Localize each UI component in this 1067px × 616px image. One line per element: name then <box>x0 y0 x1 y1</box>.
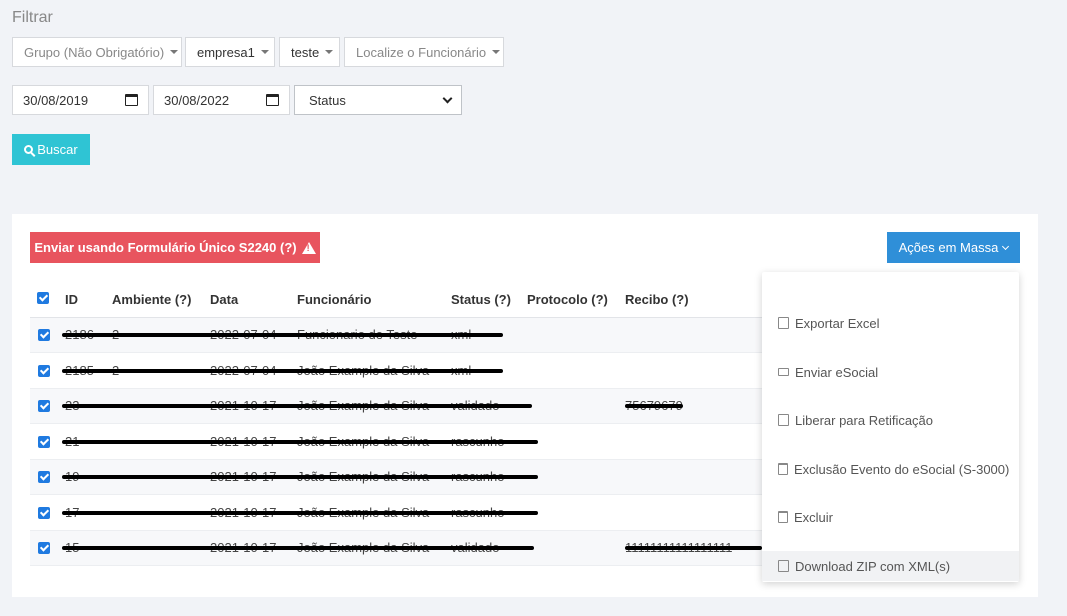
col-data[interactable]: Data <box>210 292 238 307</box>
row-checkbox[interactable] <box>38 364 50 377</box>
date-to-input[interactable]: 30/08/2022 <box>153 85 290 115</box>
menu-item-exclusion-s3000[interactable]: Exclusão Evento do eSocial (S-3000) <box>762 454 1019 484</box>
table-row[interactable]: 232021-10-17João Example da Silvavalidad… <box>30 389 762 424</box>
menu-item-release-rectification[interactable]: Liberar para Retificação <box>762 405 1019 435</box>
col-protocolo[interactable]: Protocolo (?) <box>527 292 608 307</box>
col-status[interactable]: Status (?) <box>451 292 511 307</box>
employee-dropdown[interactable]: Localize o Funcionário <box>344 37 504 67</box>
redaction-mark <box>62 439 538 444</box>
redaction-mark <box>62 404 532 408</box>
file-zip-icon <box>778 560 789 572</box>
search-icon <box>24 145 34 154</box>
redaction-mark <box>62 510 538 515</box>
file-excel-icon <box>778 317 789 329</box>
group-dropdown[interactable]: Grupo (Não Obrigatório) <box>12 37 182 67</box>
row-checkbox[interactable] <box>38 400 50 412</box>
trash-icon <box>778 463 788 475</box>
calendar-icon[interactable] <box>266 94 279 106</box>
caret-down-icon <box>325 50 334 54</box>
warning-icon <box>301 241 316 254</box>
col-id[interactable]: ID <box>65 292 78 307</box>
send-form-button[interactable]: Enviar usando Formulário Único S2240 (?) <box>30 232 320 263</box>
redaction-mark <box>62 475 538 479</box>
date-from-input[interactable]: 30/08/2019 <box>12 85 149 115</box>
table-row[interactable]: 218622022-07-04Funcionario de Testexml <box>30 318 762 353</box>
status-select[interactable]: Status <box>294 85 462 115</box>
bulk-actions-button[interactable]: Ações em Massa <box>887 232 1020 263</box>
row-checkbox[interactable] <box>38 329 50 341</box>
menu-item-send-esocial[interactable]: Enviar eSocial <box>762 357 1019 387</box>
row-checkbox[interactable] <box>38 542 50 554</box>
menu-item-export-excel[interactable]: Exportar Excel <box>762 308 1019 338</box>
menu-item-delete[interactable]: Excluir <box>762 502 1019 532</box>
chevron-down-icon <box>442 93 453 103</box>
caret-down-icon <box>170 50 179 54</box>
redaction-mark <box>62 546 534 550</box>
table-row[interactable]: 152021-10-17João Example da Silvavalidad… <box>30 531 762 566</box>
row-checkbox[interactable] <box>38 435 50 448</box>
table-row[interactable]: 192021-10-17João Example da Silvarascunh… <box>30 460 762 495</box>
table-row[interactable]: 218522022-07-04João Example da Silvaxml <box>30 354 762 389</box>
row-checkbox[interactable] <box>38 506 50 519</box>
menu-item-download-zip[interactable]: Download ZIP com XML(s) <box>762 551 1019 581</box>
server-icon <box>778 368 789 376</box>
filter-title: Filtrar <box>12 9 53 26</box>
redaction-mark <box>625 546 762 550</box>
col-recibo[interactable]: Recibo (?) <box>625 292 689 307</box>
chevron-down-icon <box>1002 242 1010 250</box>
row-checkbox[interactable] <box>38 471 50 483</box>
redaction-mark <box>625 404 683 408</box>
table-row[interactable]: 172021-10-17João Example da Silvarascunh… <box>30 496 762 531</box>
redaction-mark <box>62 333 503 337</box>
col-funcionario[interactable]: Funcionário <box>297 292 371 307</box>
col-ambiente[interactable]: Ambiente (?) <box>112 292 191 307</box>
company-dropdown[interactable]: empresa1 <box>185 37 275 67</box>
calendar-icon[interactable] <box>125 94 138 106</box>
bulk-actions-menu: Exportar Excel Enviar eSocial Liberar pa… <box>762 272 1019 582</box>
caret-down-icon <box>260 50 269 54</box>
search-button[interactable]: Buscar <box>12 134 90 165</box>
select-all-checkbox[interactable] <box>37 292 49 304</box>
trash-icon <box>778 511 788 523</box>
unit-dropdown[interactable]: teste <box>279 37 340 67</box>
caret-down-icon <box>492 50 501 54</box>
redaction-mark <box>62 368 503 373</box>
table-row[interactable]: 212021-10-17João Example da Silvarascunh… <box>30 425 762 460</box>
edit-icon <box>778 414 789 426</box>
